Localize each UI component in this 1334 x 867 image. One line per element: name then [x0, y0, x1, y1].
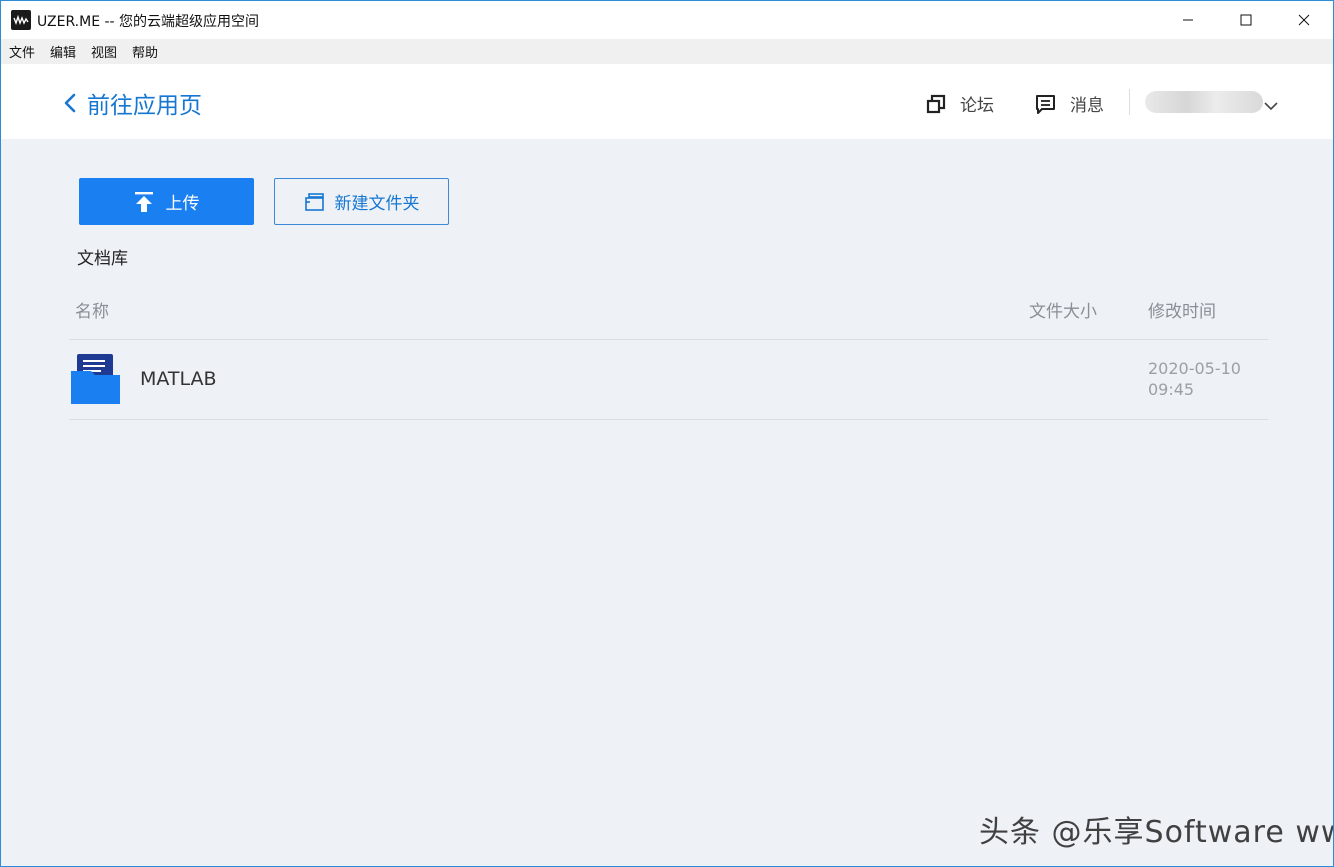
upload-icon [134, 191, 153, 212]
folder-icon [71, 353, 121, 409]
menu-edit[interactable]: 编辑 [50, 42, 76, 61]
library-title: 文档库 [77, 249, 128, 269]
nav-forum[interactable]: 论坛 [926, 91, 994, 116]
upload-button-label: 上传 [165, 194, 200, 214]
chevron-left-icon [64, 93, 76, 113]
minimize-icon [1183, 19, 1193, 21]
app-logo-icon [11, 10, 31, 30]
back-link-label: 前往应用页 [87, 93, 202, 119]
header-divider [1129, 89, 1130, 115]
file-modified-time: 2020-05-10 09:45 [1148, 358, 1241, 400]
forum-icon [926, 94, 946, 113]
app-header: 前往应用页 论坛 消息 [1, 64, 1333, 139]
user-account-name[interactable] [1145, 91, 1263, 113]
watermark-text: 头条 @乐享Software www.rjtj.cn软荐网 [979, 815, 1333, 850]
message-icon [1036, 94, 1055, 114]
file-table-header: 名称 文件大小 修改时间 [69, 291, 1268, 340]
file-modified-date: 2020-05-10 [1148, 359, 1241, 378]
nav-messages-label: 消息 [1070, 96, 1104, 116]
column-size[interactable]: 文件大小 [1029, 297, 1097, 322]
chevron-down-icon [1264, 102, 1278, 111]
nav-messages[interactable]: 消息 [1035, 91, 1104, 116]
app-window: UZER.ME -- 您的云端超级应用空间 文件 编辑 视图 帮助 前往应用页 … [0, 0, 1334, 867]
window-title: UZER.ME -- 您的云端超级应用空间 [37, 14, 260, 30]
minimize-button[interactable] [1159, 1, 1217, 39]
user-menu-toggle[interactable] [1264, 96, 1278, 115]
file-name[interactable]: MATLAB [140, 368, 217, 390]
new-folder-icon [304, 192, 324, 211]
title-bar: UZER.ME -- 您的云端超级应用空间 [1, 1, 1333, 39]
menu-view[interactable]: 视图 [91, 42, 117, 61]
menu-file[interactable]: 文件 [9, 42, 35, 61]
upload-button[interactable]: 上传 [79, 178, 254, 225]
table-row[interactable]: MATLAB 2020-05-10 09:45 [69, 340, 1268, 420]
file-modified-clock: 09:45 [1148, 380, 1195, 399]
new-folder-button-label: 新建文件夹 [334, 194, 420, 214]
maximize-icon [1240, 14, 1252, 26]
column-modified[interactable]: 修改时间 [1148, 297, 1216, 322]
back-to-apps-link[interactable]: 前往应用页 [63, 86, 202, 120]
close-button[interactable] [1275, 1, 1333, 39]
menu-help[interactable]: 帮助 [132, 42, 158, 61]
menu-bar: 文件 编辑 视图 帮助 [1, 39, 1333, 64]
new-folder-button[interactable]: 新建文件夹 [274, 178, 449, 225]
nav-forum-label: 论坛 [960, 96, 994, 116]
column-name[interactable]: 名称 [75, 297, 109, 322]
close-icon [1298, 14, 1310, 26]
maximize-button[interactable] [1217, 1, 1275, 39]
